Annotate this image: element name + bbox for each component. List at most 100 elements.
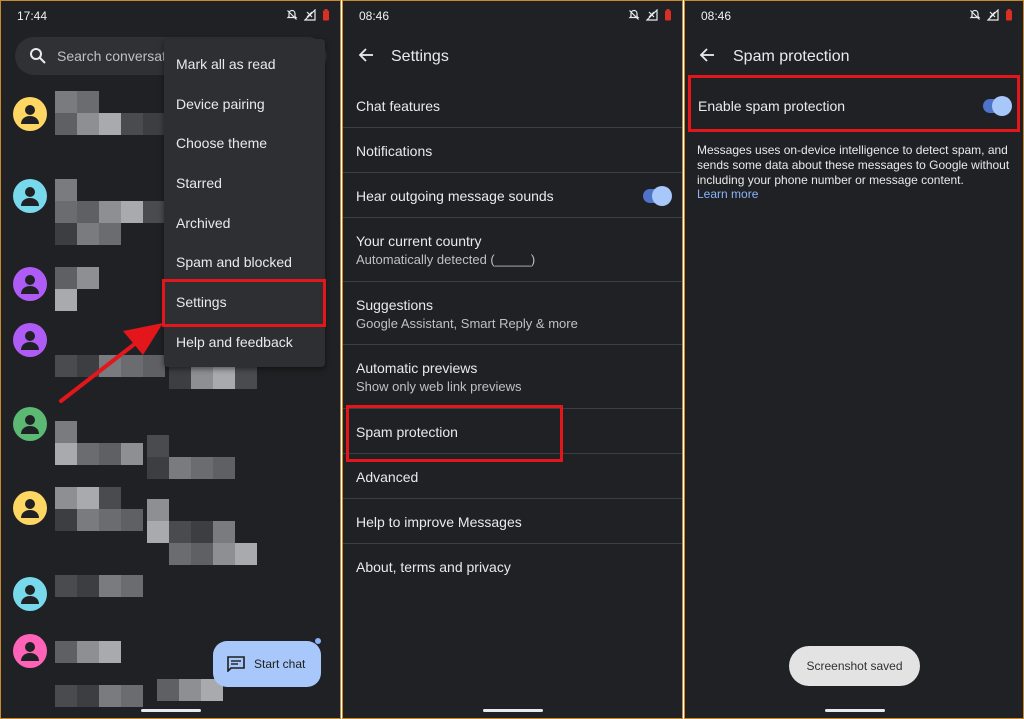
avatar[interactable]: [13, 491, 47, 525]
pixel-block: [169, 367, 191, 389]
pixel-block: [77, 685, 99, 707]
notifications-off-icon: [628, 9, 640, 20]
pixel-block: [99, 685, 121, 707]
settings-row-outgoing-sounds[interactable]: Hear outgoing message sounds: [343, 173, 682, 218]
pixel-block: [55, 509, 77, 531]
avatar[interactable]: [13, 407, 47, 441]
pixel-block: [143, 113, 165, 135]
status-time: 08:46: [359, 9, 390, 23]
enable-spam-highlight-box: [688, 75, 1020, 132]
pixel-block: [191, 543, 213, 565]
screenshot-saved-toast: Screenshot saved: [789, 646, 920, 686]
avatar[interactable]: [13, 267, 47, 301]
gesture-nav-bar[interactable]: [141, 709, 201, 712]
pixel-block: [191, 367, 213, 389]
no-signal-icon: [646, 9, 658, 21]
pixel-block: [99, 509, 121, 531]
pixel-block: [55, 575, 77, 597]
start-chat-button[interactable]: Start chat: [213, 641, 321, 687]
pixel-block: [77, 641, 99, 663]
pixel-block: [191, 521, 213, 543]
gesture-nav-bar[interactable]: [483, 709, 543, 712]
pixel-block: [169, 543, 191, 565]
pixel-block: [191, 457, 213, 479]
pixel-block: [143, 201, 165, 223]
avatar[interactable]: [13, 323, 47, 357]
pixel-block: [213, 543, 235, 565]
pixel-block: [77, 201, 99, 223]
chat-icon: [227, 656, 245, 672]
pixel-block: [55, 289, 77, 311]
pixel-block: [99, 575, 121, 597]
status-bar: 17:44: [1, 1, 340, 31]
spam-protection-highlight-box: [346, 405, 563, 462]
settings-row-help-improve[interactable]: Help to improve Messages: [343, 499, 682, 544]
settings-row-automatic-previews[interactable]: Automatic previews Show only web link pr…: [343, 345, 682, 409]
row-title: Notifications: [356, 143, 433, 159]
row-title: Your current country: [356, 233, 482, 249]
pixel-block: [147, 435, 169, 457]
avatar[interactable]: [13, 634, 47, 668]
pixel-block: [121, 685, 143, 707]
learn-more-link[interactable]: Learn more: [697, 187, 758, 201]
row-title: About, terms and privacy: [356, 559, 511, 575]
battery-low-icon: [1006, 9, 1012, 21]
pixel-block: [121, 113, 143, 135]
pixel-block: [55, 487, 77, 509]
avatar[interactable]: [13, 97, 47, 131]
no-signal-icon: [304, 9, 316, 21]
menu-item-mark-all-read[interactable]: Mark all as read: [176, 56, 276, 72]
settings-screen: 08:46 Settings Chat features Notificatio…: [342, 0, 683, 719]
menu-item-spam-blocked[interactable]: Spam and blocked: [176, 254, 292, 270]
toast-text: Screenshot saved: [806, 659, 903, 673]
pixel-block: [213, 521, 235, 543]
pixel-block: [55, 223, 77, 245]
pixel-block: [55, 421, 77, 443]
back-arrow-icon[interactable]: [358, 47, 374, 63]
gesture-nav-bar[interactable]: [825, 709, 885, 712]
avatar[interactable]: [13, 179, 47, 213]
settings-row-country[interactable]: Your current country Automatically detec…: [343, 218, 682, 282]
row-title: Advanced: [356, 469, 419, 485]
pixel-block: [77, 267, 99, 289]
pixel-block: [55, 113, 77, 135]
pixel-block: [157, 679, 179, 701]
menu-item-device-pairing[interactable]: Device pairing: [176, 96, 265, 112]
person-icon: [21, 499, 39, 518]
pixel-block: [235, 543, 257, 565]
pixel-block: [99, 201, 121, 223]
menu-item-choose-theme[interactable]: Choose theme: [176, 135, 267, 151]
outgoing-sounds-toggle[interactable]: [643, 186, 672, 206]
pixel-block: [77, 509, 99, 531]
person-icon: [21, 105, 39, 124]
row-subtitle: Automatically detected (_____): [356, 252, 536, 267]
person-icon: [21, 585, 39, 604]
menu-item-archived[interactable]: Archived: [176, 215, 230, 231]
avatar[interactable]: [13, 577, 47, 611]
menu-item-help-feedback[interactable]: Help and feedback: [176, 334, 293, 350]
settings-row-suggestions[interactable]: Suggestions Google Assistant, Smart Repl…: [343, 282, 682, 345]
search-icon: [30, 48, 46, 64]
settings-row-chat-features[interactable]: Chat features: [343, 83, 682, 128]
spam-protection-description: Messages uses on-device intelligence to …: [697, 143, 1010, 187]
person-icon: [21, 331, 39, 350]
pixel-block: [77, 91, 99, 113]
settings-row-about[interactable]: About, terms and privacy: [343, 544, 682, 589]
pixel-block: [179, 679, 201, 701]
pixel-block: [77, 113, 99, 135]
back-arrow-icon[interactable]: [699, 47, 715, 63]
menu-item-starred[interactable]: Starred: [176, 175, 222, 191]
status-time: 17:44: [17, 9, 48, 23]
row-subtitle: Show only web link previews: [356, 379, 522, 394]
pixel-block: [77, 487, 99, 509]
person-icon: [21, 275, 39, 294]
pixel-block: [99, 223, 121, 245]
pixel-block: [55, 443, 77, 465]
row-title: Hear outgoing message sounds: [356, 188, 554, 204]
settings-highlight-box: [162, 279, 326, 327]
red-arrow-annotation: [59, 323, 163, 403]
settings-row-notifications[interactable]: Notifications: [343, 128, 682, 173]
pixel-block: [121, 509, 143, 531]
row-title: Suggestions: [356, 297, 434, 313]
pixel-block: [121, 443, 143, 465]
